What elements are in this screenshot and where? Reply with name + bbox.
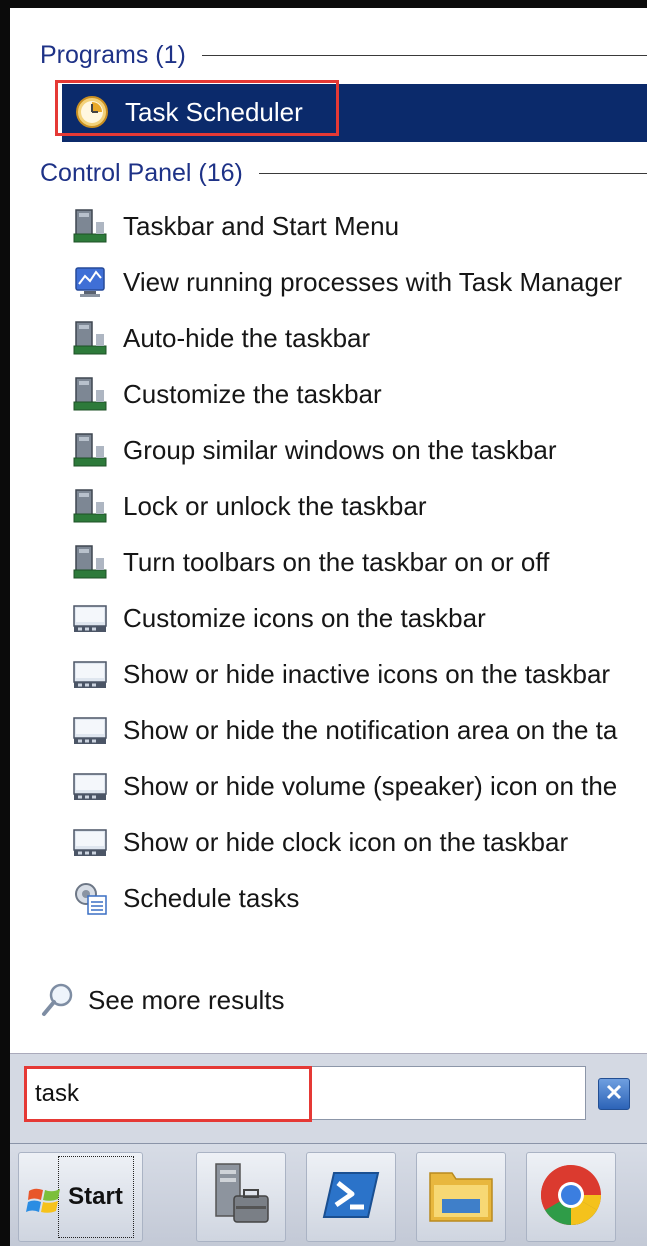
taskbar-settings-icon	[70, 486, 110, 526]
control-panel-item[interactable]: Customize icons on the taskbar	[70, 596, 647, 640]
taskbar-settings-icon	[70, 374, 110, 414]
control-panel-item[interactable]: View running processes with Task Manager	[70, 260, 647, 304]
see-more-results-link[interactable]: See more results	[38, 980, 438, 1020]
divider	[201, 54, 647, 56]
taskbar: Start	[10, 1143, 647, 1246]
start-button[interactable]: Start	[18, 1152, 143, 1242]
control-panel-item[interactable]: Lock or unlock the taskbar	[70, 484, 647, 528]
taskbar-powershell[interactable]	[306, 1152, 396, 1242]
start-menu: Programs (1) Task Scheduler Control Pane…	[10, 8, 647, 1143]
powershell-icon	[320, 1167, 382, 1228]
close-icon	[605, 1083, 623, 1106]
search-box[interactable]	[26, 1066, 586, 1120]
notification-area-icon	[70, 654, 110, 694]
chrome-icon	[537, 1161, 605, 1234]
control-panel-item-label: Show or hide volume (speaker) icon on th…	[123, 770, 618, 801]
control-panel-item[interactable]: Taskbar and Start Menu	[70, 204, 647, 248]
programs-header-label: Programs (1)	[40, 40, 186, 69]
notification-area-icon	[70, 822, 110, 862]
control-panel-item-label: Auto-hide the taskbar	[123, 322, 371, 353]
taskbar-settings-icon	[70, 430, 110, 470]
taskbar-settings-icon	[70, 542, 110, 582]
search-area	[10, 1053, 647, 1143]
control-panel-header-label: Control Panel (16)	[40, 158, 243, 187]
control-panel-item[interactable]: Show or hide clock icon on the taskbar	[70, 820, 647, 864]
control-panel-item[interactable]: Show or hide the notification area on th…	[70, 708, 647, 752]
control-panel-item-label: Customize the taskbar	[123, 378, 382, 409]
see-more-label: See more results	[88, 984, 285, 1015]
control-panel-item-label: Customize icons on the taskbar	[123, 602, 486, 633]
notification-area-icon	[70, 710, 110, 750]
control-panel-item-label: Turn toolbars on the taskbar on or off	[123, 546, 550, 577]
control-panel-item[interactable]: Customize the taskbar	[70, 372, 647, 416]
taskbar-chrome[interactable]	[526, 1152, 616, 1242]
control-panel-item[interactable]: Turn toolbars on the taskbar on or off	[70, 540, 647, 584]
search-icon	[38, 980, 78, 1020]
taskbar-settings-icon	[70, 318, 110, 358]
notification-area-icon	[70, 598, 110, 638]
taskbar-settings-icon	[70, 206, 110, 246]
control-panel-item[interactable]: Auto-hide the taskbar	[70, 316, 647, 360]
schedule-tasks-icon	[70, 878, 110, 918]
start-label: Start	[68, 1183, 123, 1210]
windows-logo-icon	[25, 1181, 65, 1226]
programs-header: Programs (1)	[40, 40, 647, 70]
search-input[interactable]	[33, 1073, 577, 1115]
taskbar-file-explorer[interactable]	[416, 1152, 506, 1242]
clear-search-button[interactable]	[598, 1078, 630, 1110]
control-panel-item-label: Show or hide the notification area on th…	[123, 714, 618, 745]
control-panel-item[interactable]: Show or hide inactive icons on the taskb…	[70, 652, 647, 696]
start-focus-rect: Start	[57, 1156, 134, 1238]
highlight-box	[55, 80, 339, 136]
notification-area-icon	[70, 766, 110, 806]
control-panel-item[interactable]: Schedule tasks	[70, 876, 647, 920]
control-panel-item-label: Taskbar and Start Menu	[123, 210, 400, 241]
control-panel-item-label: View running processes with Task Manager	[123, 266, 623, 297]
control-panel-item[interactable]: Group similar windows on the taskbar	[70, 428, 647, 472]
server-manager-icon	[210, 1160, 272, 1235]
control-panel-header: Control Panel (16)	[40, 158, 647, 188]
control-panel-item-label: Lock or unlock the taskbar	[123, 490, 427, 521]
taskbar-server-manager[interactable]	[196, 1152, 286, 1242]
control-panel-item[interactable]: Show or hide volume (speaker) icon on th…	[70, 764, 647, 808]
divider	[258, 172, 647, 174]
control-panel-item-label: Schedule tasks	[123, 882, 300, 913]
control-panel-item-label: Group similar windows on the taskbar	[123, 434, 557, 465]
control-panel-item-label: Show or hide inactive icons on the taskb…	[123, 658, 611, 689]
task-manager-icon	[70, 262, 110, 302]
control-panel-item-label: Show or hide clock icon on the taskbar	[123, 826, 569, 857]
file-explorer-icon	[426, 1163, 496, 1232]
